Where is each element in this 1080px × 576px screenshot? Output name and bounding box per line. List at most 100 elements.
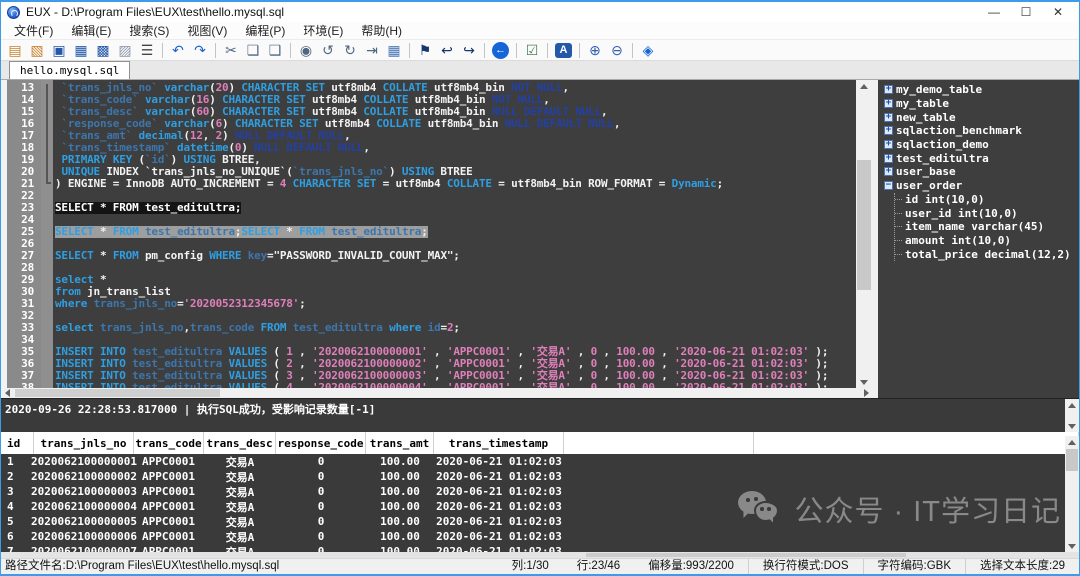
menu-item-view[interactable]: 视图(V)	[178, 22, 236, 40]
replace-grid-icon[interactable]: ▦	[384, 41, 404, 59]
code-line[interactable]: 38INSERT INTO test_editultra VALUES ( 4 …	[7, 382, 856, 388]
table-row[interactable]: 62020062100000006APPC0001交易A0100.002020-…	[1, 529, 1065, 544]
table-row[interactable]: 22020062100000002APPC0001交易A0100.002020-…	[1, 469, 1065, 484]
code-line[interactable]: 28	[7, 262, 856, 274]
code-line[interactable]: 31where trans_jnls_no='2020052312345678'…	[7, 298, 856, 310]
code-line[interactable]: 23SELECT * FROM test_editultra;	[7, 202, 856, 214]
results-scroll-down-icon[interactable]	[1065, 540, 1079, 552]
collapse-icon[interactable]: −	[884, 181, 893, 190]
table-cell: 2020062100000001	[34, 454, 134, 469]
find-prev-icon[interactable]: ↺	[318, 41, 338, 59]
tree-item-sqlaction_benchmark[interactable]: +sqlaction_benchmark	[884, 124, 1079, 138]
paste-icon[interactable]: ❑	[265, 41, 285, 59]
results-vscroll-thumb[interactable]	[1066, 449, 1078, 471]
menu-item-environment[interactable]: 环境(E)	[294, 22, 352, 40]
help-about-icon[interactable]: ◈	[638, 41, 658, 59]
expand-icon[interactable]: +	[884, 99, 893, 108]
column-header-trans_code[interactable]: trans_code	[134, 432, 204, 454]
maximize-button[interactable]: ☐	[1019, 5, 1033, 19]
goto-line-icon[interactable]: ⇥	[362, 41, 382, 59]
undo-icon[interactable]: ↶	[168, 41, 188, 59]
expand-icon[interactable]: +	[884, 154, 893, 163]
minimize-button[interactable]: —	[987, 5, 1001, 19]
table-cell: 2020-06-21 01:02:03	[434, 454, 564, 469]
open-file-icon[interactable]: ▧	[27, 41, 47, 59]
expand-icon[interactable]: +	[884, 85, 893, 94]
table-row[interactable]: 72020062100000007APPC0001交易A0100.002020-…	[1, 544, 1065, 552]
fold-column	[41, 262, 53, 274]
copy-icon[interactable]: ❏	[243, 41, 263, 59]
tree-item-user_order[interactable]: −user_order	[884, 179, 1079, 193]
back-icon[interactable]: ←	[492, 42, 509, 59]
tree-column-item[interactable]: item_name varchar(45)	[895, 220, 1079, 234]
editor-horizontal-scrollbar[interactable]	[1, 388, 872, 398]
tree-column-item[interactable]: total_price decimal(12,2)	[895, 247, 1079, 261]
new-file-icon[interactable]: ▤	[5, 41, 25, 59]
log-vertical-scrollbar[interactable]	[1065, 399, 1079, 432]
code-line[interactable]: 25SELECT * FROM test_editultra;SELECT * …	[7, 226, 856, 238]
tree-column-item[interactable]: user_id int(10,0)	[895, 206, 1079, 220]
redo-icon[interactable]: ↷	[190, 41, 210, 59]
code-editor[interactable]: 13 `trans_jnls_no` varchar(20) CHARACTER…	[1, 80, 856, 388]
log-scroll-up-icon[interactable]	[1065, 399, 1079, 411]
find-next-icon[interactable]: ↻	[340, 41, 360, 59]
tree-item-my_table[interactable]: +my_table	[884, 97, 1079, 111]
table-cell: 交易A	[204, 544, 276, 552]
close-file-icon[interactable]: ▨	[115, 41, 135, 59]
table-row[interactable]: 12020062100000001APPC0001交易A0100.002020-…	[1, 454, 1065, 469]
bookmark-icon[interactable]: ⚑	[415, 41, 435, 59]
code-line[interactable]: 27SELECT * FROM pm_config WHERE key="PAS…	[7, 250, 856, 262]
menu-item-program[interactable]: 编程(P)	[236, 22, 294, 40]
tree-item-test_editultra[interactable]: +test_editultra	[884, 151, 1079, 165]
editor-hscroll-thumb[interactable]	[15, 389, 220, 397]
zoom-out-icon[interactable]: ⊖	[607, 41, 627, 59]
column-header-response_code[interactable]: response_code	[276, 432, 366, 454]
expand-icon[interactable]: +	[884, 113, 893, 122]
results-hscroll-thumb[interactable]	[586, 553, 906, 557]
expand-icon[interactable]: +	[884, 167, 893, 176]
tree-item-user_base[interactable]: +user_base	[884, 165, 1079, 179]
table-cell: 2020062100000004	[34, 499, 134, 514]
editor-vscroll-thumb[interactable]	[857, 160, 871, 290]
scroll-down-icon[interactable]	[856, 376, 872, 388]
column-header-trans_amt[interactable]: trans_amt	[366, 432, 434, 454]
results-vertical-scrollbar[interactable]	[1065, 436, 1079, 552]
cut-icon[interactable]: ✂	[221, 41, 241, 59]
scroll-up-icon[interactable]	[856, 80, 872, 92]
save-all-icon[interactable]: ▩	[93, 41, 113, 59]
view-lines-icon[interactable]: ☰	[137, 41, 157, 59]
close-button[interactable]: ✕	[1051, 5, 1065, 19]
menu-item-file[interactable]: 文件(F)	[5, 22, 62, 40]
save-as-icon[interactable]: ▦	[71, 41, 91, 59]
scroll-right-icon[interactable]	[860, 388, 872, 398]
menu-item-search[interactable]: 搜索(S)	[120, 22, 178, 40]
tree-item-sqlaction_demo[interactable]: +sqlaction_demo	[884, 138, 1079, 152]
code-line[interactable]: 21) ENGINE = InnoDB AUTO_INCREMENT = 4 C…	[7, 178, 856, 190]
tree-item-new_table[interactable]: +new_table	[884, 110, 1079, 124]
tree-column-item[interactable]: amount int(10,0)	[895, 234, 1079, 248]
prev-bookmark-icon[interactable]: ↩	[437, 41, 457, 59]
code-line[interactable]: 33select trans_jnls_no,trans_code FROM t…	[7, 322, 856, 334]
expand-icon[interactable]: +	[884, 140, 893, 149]
column-header-trans_jnls_no[interactable]: trans_jnls_no	[34, 432, 134, 454]
results-horizontal-scrollbar[interactable]	[1, 552, 1079, 558]
zoom-in-icon[interactable]: ⊕	[585, 41, 605, 59]
results-scroll-up-icon[interactable]	[1065, 436, 1079, 448]
column-header-id[interactable]: id	[1, 432, 34, 454]
editor-vertical-scrollbar[interactable]	[856, 80, 872, 388]
column-header-trans_desc[interactable]: trans_desc	[204, 432, 276, 454]
next-bookmark-icon[interactable]: ↪	[459, 41, 479, 59]
column-header-trans_timestamp[interactable]: trans_timestamp	[434, 432, 564, 454]
log-scroll-down-icon[interactable]	[1065, 420, 1079, 432]
tree-item-my_demo_table[interactable]: +my_demo_table	[884, 83, 1079, 97]
find-icon[interactable]: ◉	[296, 41, 316, 59]
tab-hello-mysql-sql[interactable]: hello.mysql.sql	[9, 61, 130, 79]
run-check-icon[interactable]: ☑	[522, 41, 542, 59]
syntax-highlight-icon[interactable]: A	[555, 43, 572, 58]
scroll-left-icon[interactable]	[1, 388, 13, 398]
expand-icon[interactable]: +	[884, 126, 893, 135]
tree-column-item[interactable]: id int(10,0)	[895, 193, 1079, 207]
menu-item-help[interactable]: 帮助(H)	[352, 22, 411, 40]
save-icon[interactable]: ▣	[49, 41, 69, 59]
menu-item-edit[interactable]: 编辑(E)	[62, 22, 120, 40]
